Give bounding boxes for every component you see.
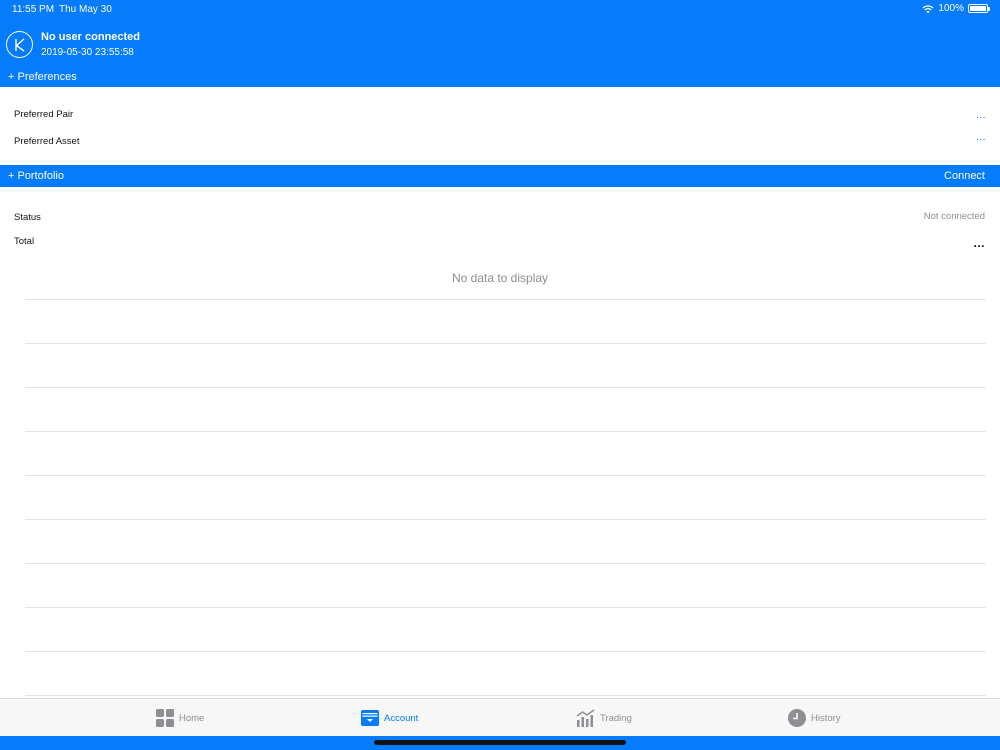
preferences-toggle[interactable]: + Preferences xyxy=(8,71,77,83)
portfolio-bar: + Portofolio Connect xyxy=(0,165,1000,187)
total-more-button[interactable]: ... xyxy=(973,236,985,250)
table-row-divider xyxy=(25,299,986,300)
status-value: Not connected xyxy=(923,211,985,222)
preferred-pair-label: Preferred Pair xyxy=(14,109,74,120)
empty-state-message: No data to display xyxy=(451,271,549,285)
tab-bar: Home Account Trading History xyxy=(0,698,1000,736)
table-row-divider xyxy=(25,343,986,344)
tab-account[interactable]: Account xyxy=(361,699,418,737)
tab-home[interactable]: Home xyxy=(156,699,204,737)
wifi-icon xyxy=(922,4,934,13)
table-row-divider xyxy=(25,475,986,476)
connect-button[interactable]: Connect xyxy=(944,170,985,182)
table-row-divider xyxy=(25,519,986,520)
tab-trading-label: Trading xyxy=(600,712,632,724)
user-name: No user connected xyxy=(41,31,141,43)
tab-trading[interactable]: Trading xyxy=(576,699,632,737)
status-label: Status xyxy=(14,212,41,223)
portfolio-toggle[interactable]: + Portofolio xyxy=(8,170,64,182)
status-date: Thu May 30 xyxy=(59,4,112,15)
app-header: 11:55 PM Thu May 30 100% No user connect… xyxy=(0,0,1000,87)
preferred-asset-more-button[interactable]: ... xyxy=(976,132,986,143)
total-label: Total xyxy=(14,236,35,247)
home-indicator[interactable] xyxy=(374,740,626,745)
table-row-divider xyxy=(25,651,986,652)
clock-icon xyxy=(788,709,806,727)
status-time: 11:55 PM xyxy=(12,4,55,15)
table-row-divider xyxy=(25,563,986,564)
chart-icon xyxy=(576,709,595,727)
status-bar: 11:55 PM Thu May 30 100% xyxy=(0,0,1000,18)
table-row-divider xyxy=(25,607,986,608)
tab-history[interactable]: History xyxy=(788,699,841,737)
tab-history-label: History xyxy=(811,712,841,724)
battery-icon xyxy=(968,4,990,13)
grid-icon xyxy=(156,709,174,727)
app-logo-icon xyxy=(6,31,33,58)
tab-account-label: Account xyxy=(384,712,419,724)
preferred-pair-more-button[interactable]: ... xyxy=(976,110,986,121)
table-row-divider xyxy=(25,387,986,388)
user-timestamp: 2019-05-30 23:55:58 xyxy=(41,47,134,58)
tab-home-label: Home xyxy=(179,712,205,724)
table-row-divider xyxy=(25,695,986,696)
preferred-asset-label: Preferred Asset xyxy=(14,136,80,147)
table-row-divider xyxy=(25,431,986,432)
status-indicators: 100% xyxy=(922,3,990,14)
wallet-icon xyxy=(361,710,379,726)
battery-percent: 100% xyxy=(938,3,964,14)
